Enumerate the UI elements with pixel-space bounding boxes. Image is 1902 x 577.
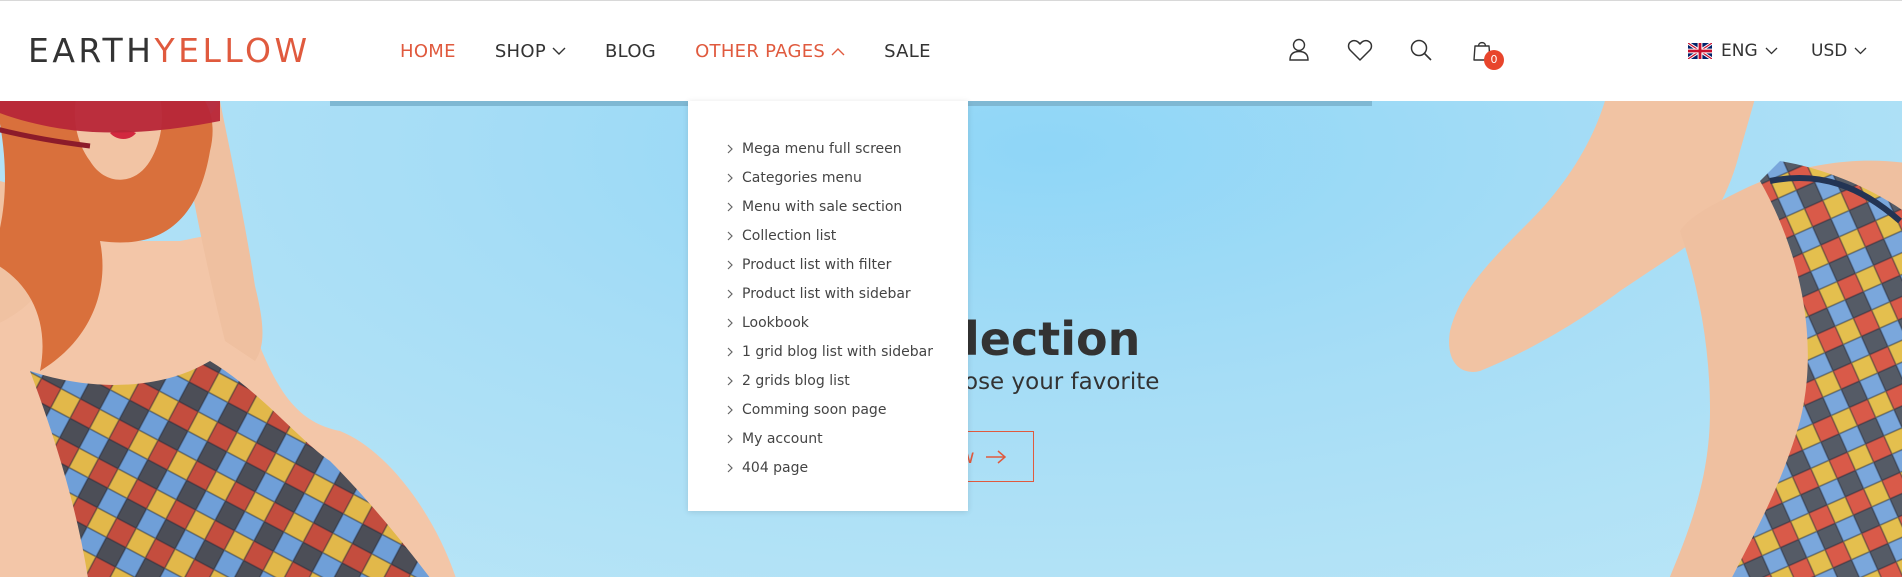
dropdown-item-lookbook[interactable]: Lookbook: [688, 308, 968, 337]
dropdown-item-collection-list[interactable]: Collection list: [688, 221, 968, 250]
chevron-right-icon: [727, 405, 735, 415]
dropdown-item-label: Product list with filter: [742, 256, 892, 273]
chevron-right-icon: [727, 318, 735, 328]
main-nav: HOME SHOP BLOG OTHER PAGES SALE: [400, 38, 970, 64]
dropdown-item-categories-menu[interactable]: Categories menu: [688, 163, 968, 192]
chevron-down-icon: [1854, 47, 1867, 55]
hero-model-right-image: [1449, 101, 1902, 577]
currency-selector[interactable]: USD: [1811, 41, 1867, 61]
chevron-right-icon: [727, 260, 735, 270]
dropdown-item-product-list-sidebar[interactable]: Product list with sidebar: [688, 279, 968, 308]
dropdown-item-2-grids-blog[interactable]: 2 grids blog list: [688, 366, 968, 395]
dropdown-item-label: Menu with sale section: [742, 198, 903, 215]
brand-logo[interactable]: EARTHYELLOW: [28, 31, 311, 71]
dropdown-item-label: 404 page: [742, 459, 809, 476]
dropdown-item-label: 1 grid blog list with sidebar: [742, 343, 933, 360]
hero-subtitle: ose your favorite: [964, 369, 1160, 395]
language-label: ENG: [1721, 41, 1758, 61]
nav-other-pages-label: OTHER PAGES: [695, 40, 826, 62]
uk-flag-icon: [1687, 41, 1713, 61]
dropdown-item-label: Collection list: [742, 227, 837, 244]
arrow-right-icon: [985, 449, 1007, 464]
nav-blog[interactable]: BLOG: [605, 41, 656, 62]
dropdown-item-sale-menu[interactable]: Menu with sale section: [688, 192, 968, 221]
header-icons: 0: [1286, 37, 1530, 70]
nav-home-label: HOME: [400, 40, 456, 62]
nav-blog-label: BLOG: [605, 40, 657, 62]
heart-icon[interactable]: [1347, 37, 1373, 63]
nav-shop[interactable]: SHOP: [495, 41, 566, 62]
other-pages-dropdown: Mega menu full screen Categories menu Me…: [688, 101, 968, 511]
shopping-bag-icon[interactable]: 0: [1469, 37, 1504, 70]
chevron-up-icon: [831, 47, 845, 56]
nav-home[interactable]: HOME: [400, 41, 456, 62]
chevron-right-icon: [727, 144, 735, 154]
nav-sale[interactable]: SALE: [884, 41, 931, 62]
dropdown-item-label: My account: [742, 430, 823, 447]
dropdown-item-label: 2 grids blog list: [742, 372, 850, 389]
chevron-down-icon: [1765, 47, 1778, 55]
chevron-right-icon: [727, 347, 735, 357]
chevron-right-icon: [727, 434, 735, 444]
chevron-down-icon: [552, 47, 566, 56]
nav-other-pages[interactable]: OTHER PAGES: [695, 41, 845, 62]
language-selector[interactable]: ENG: [1687, 41, 1778, 61]
dropdown-item-label: Lookbook: [742, 314, 809, 331]
currency-label: USD: [1811, 41, 1848, 61]
hero-title: lection: [964, 312, 1141, 366]
logo-part-earth: EARTH: [28, 31, 155, 70]
nav-shop-label: SHOP: [494, 40, 546, 62]
nav-sale-label: SALE: [884, 40, 931, 62]
search-icon[interactable]: [1408, 37, 1434, 63]
chevron-right-icon: [727, 231, 735, 241]
dropdown-item-label: Mega menu full screen: [742, 140, 902, 157]
user-icon[interactable]: [1286, 37, 1312, 63]
dropdown-item-mega-menu[interactable]: Mega menu full screen: [688, 134, 968, 163]
site-header: EARTHYELLOW HOME SHOP BLOG OTHER PAGES S…: [0, 0, 1902, 101]
dropdown-item-label: Categories menu: [742, 169, 862, 186]
chevron-right-icon: [727, 289, 735, 299]
dropdown-item-1-grid-blog[interactable]: 1 grid blog list with sidebar: [688, 337, 968, 366]
dropdown-item-product-list-filter[interactable]: Product list with filter: [688, 250, 968, 279]
hero-model-left-image: [0, 101, 456, 577]
dropdown-item-label: Product list with sidebar: [742, 285, 911, 302]
chevron-right-icon: [727, 376, 735, 386]
dropdown-item-my-account[interactable]: My account: [688, 424, 968, 453]
chevron-right-icon: [727, 463, 735, 473]
dropdown-item-coming-soon[interactable]: Comming soon page: [688, 395, 968, 424]
chevron-right-icon: [727, 202, 735, 212]
chevron-right-icon: [727, 173, 735, 183]
dropdown-item-404-page[interactable]: 404 page: [688, 453, 968, 482]
logo-part-yellow: YELLOW: [154, 31, 311, 70]
cart-count-badge: 0: [1484, 50, 1504, 70]
dropdown-item-label: Comming soon page: [742, 401, 887, 418]
